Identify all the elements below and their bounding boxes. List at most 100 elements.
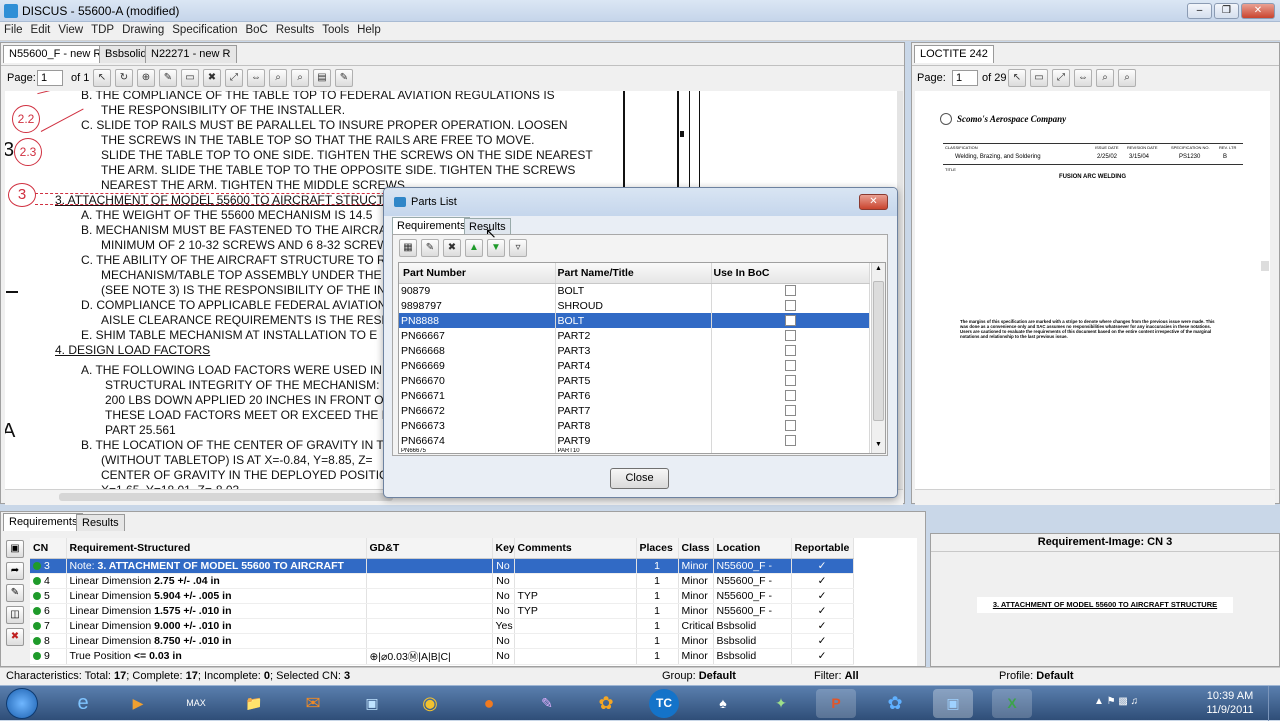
edit-part-icon[interactable]: ✎ [421,239,439,257]
rep-cell[interactable]: ✓ [791,648,854,665]
requirement-row[interactable]: 5 Linear Dimension 5.904 +/- .005 in No TYP… [30,588,854,604]
part-row[interactable]: PN66667 PART2 [399,328,870,343]
balloon-2-3[interactable]: 2.3 [14,138,42,166]
outlook-icon[interactable]: ✉ [293,689,333,718]
rep-cell[interactable]: ✓ [791,633,854,649]
start-button[interactable] [6,688,38,719]
balloon-tool-icon[interactable]: ▣ [6,540,24,558]
paint-icon[interactable]: ✎ [527,689,567,718]
column-header[interactable]: Places [636,538,679,559]
mailbox-icon[interactable]: MAX [176,689,216,718]
minimize-button[interactable]: – [1187,3,1212,19]
requirement-row[interactable]: 3 Note: 3. ATTACHMENT OF MODEL 55600 TO A… [30,558,854,574]
part-row[interactable]: PN66674 PART9 [399,433,870,448]
menu-item[interactable]: View [54,22,87,36]
column-header[interactable]: Part Name/Title [555,263,712,284]
maximize-button[interactable]: ❐ [1214,3,1239,19]
use-in-boc-checkbox[interactable] [784,330,796,342]
menu-item[interactable]: Help [353,22,385,36]
part-row[interactable]: PN8888 BOLT [399,313,870,328]
balloon-2-2[interactable]: 2.2 [12,105,40,133]
close-button[interactable]: Close [610,468,669,489]
zoom-in-icon[interactable]: ⌕ [269,69,287,87]
use-in-boc-checkbox[interactable] [784,285,796,297]
network-icon[interactable]: ▣ [352,689,392,718]
fit-width-icon[interactable]: ⇔ [247,69,265,87]
columns-tool-icon[interactable]: ◫ [6,606,24,624]
media-player-icon[interactable]: ▶ [118,689,158,718]
rep-cell[interactable]: ✓ [791,588,854,604]
part-row[interactable]: PN66671 PART6 [399,388,870,403]
tab-drawing-2[interactable]: N22271 - new R [145,45,237,63]
select-icon[interactable]: ↖ [1008,69,1026,87]
use-in-boc-checkbox[interactable] [784,345,796,357]
rep-cell[interactable]: ✓ [791,603,854,619]
balloon-3[interactable]: 3 [8,183,36,207]
menu-item[interactable]: Specification [168,22,241,36]
requirement-row[interactable]: 7 Linear Dimension 9.000 +/- .010 in Yes 1 C… [30,618,854,634]
fit-icon[interactable]: ⤢ [1052,69,1070,87]
part-row[interactable]: PN66670 PART5 [399,373,870,388]
solitaire-icon[interactable]: ♠ [703,689,743,718]
link-tool-icon[interactable]: ➦ [6,562,24,580]
column-header[interactable]: GD&T [366,538,493,559]
tab-loctite[interactable]: LOCTITE 242 [914,45,994,63]
menu-item[interactable]: Results [272,22,318,36]
ie-icon[interactable]: e [63,689,103,718]
requirement-row[interactable]: 6 Linear Dimension 1.575 +/- .010 in No TYP… [30,603,854,619]
use-in-boc-checkbox[interactable] [784,390,796,402]
refresh-icon[interactable]: ↻ [115,69,133,87]
text-icon[interactable]: ▤ [313,69,331,87]
use-in-boc-checkbox[interactable] [784,405,796,417]
tab-drawing-0[interactable]: N55600_F - new R [3,45,108,63]
scroll-thumb[interactable] [1261,261,1269,271]
column-header[interactable]: Comments [514,538,637,559]
firefox-icon[interactable]: ● [469,689,509,718]
right-hscrollbar[interactable] [915,489,1275,505]
fit-width-icon[interactable]: ⇔ [1074,69,1092,87]
tab-requirements[interactable]: Requirements [392,217,471,234]
menu-item[interactable]: BoC [241,22,271,36]
use-in-boc-checkbox[interactable] [784,375,796,387]
fit-icon[interactable]: ⤢ [225,69,243,87]
column-header[interactable]: Location [713,538,792,559]
flower-app-icon-2[interactable]: ✿ [875,689,915,718]
filter-icon[interactable]: ▿ [509,239,527,257]
app-icon-green[interactable]: ✦ [761,689,801,718]
scroll-thumb[interactable] [59,493,393,501]
column-header[interactable]: Part Number [399,263,556,284]
part-row[interactable]: 90879 BOLT [399,283,870,298]
dialog-close-icon[interactable]: ✕ [859,194,888,210]
use-in-boc-checkbox[interactable] [784,420,796,432]
show-desktop-button[interactable] [1268,686,1280,721]
discus-app-icon[interactable]: ▣ [933,689,973,718]
tab-bottom-requirements[interactable]: Requirements [3,513,84,531]
chrome-icon[interactable]: ◉ [410,689,450,718]
delete-part-icon[interactable]: ✖ [443,239,461,257]
use-in-boc-checkbox[interactable] [784,300,796,312]
box-icon[interactable]: ▭ [1030,69,1048,87]
column-header[interactable]: Reportable [791,538,854,559]
tab-bottom-results[interactable]: Results [76,514,125,531]
column-header[interactable]: Key [492,538,515,559]
parts-vscrollbar[interactable]: ▲ ▼ [871,263,885,453]
part-row[interactable]: PN66673 PART8 [399,418,870,433]
use-in-boc-checkbox[interactable] [784,315,796,327]
part-row[interactable]: PN66675 PART10 [399,448,870,453]
menu-item[interactable]: TDP [87,22,118,36]
scroll-down-icon[interactable]: ▼ [875,441,882,448]
tray-icons[interactable]: ▲ ⚑ ▩ ♫ [1094,696,1138,707]
column-header[interactable]: Class [678,538,714,559]
add-balloon-icon[interactable]: ⊕ [137,69,155,87]
tc-app-icon[interactable]: TC [649,689,679,718]
part-row[interactable]: PN66672 PART7 [399,403,870,418]
menu-item[interactable]: Drawing [118,22,168,36]
column-header[interactable]: Requirement-Structured [66,538,367,559]
part-row[interactable]: 9898797 SHROUD [399,298,870,313]
part-row[interactable]: PN66668 PART3 [399,343,870,358]
page-spinner[interactable]: 1 [952,70,978,86]
rep-cell[interactable]: ✓ [791,618,854,634]
rep-cell[interactable]: ✓ [791,573,854,589]
use-in-boc-checkbox[interactable] [784,360,796,372]
edit-icon[interactable]: ✎ [159,69,177,87]
